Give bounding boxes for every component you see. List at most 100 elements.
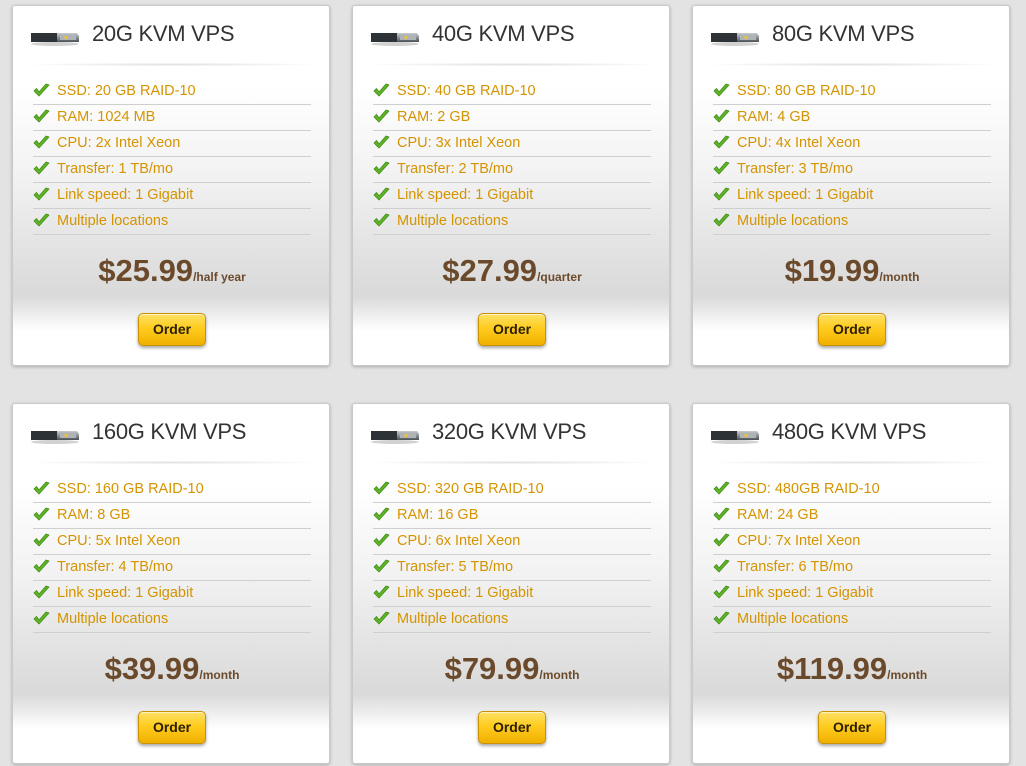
feature-item: RAM: 2 GB [373, 105, 651, 131]
check-icon [373, 533, 390, 547]
check-icon [33, 481, 50, 495]
check-icon [33, 161, 50, 175]
feature-text: SSD: 80 GB RAID-10 [737, 83, 876, 99]
feature-item: CPU: 5x Intel Xeon [33, 529, 311, 555]
header-divider [33, 63, 313, 66]
feature-text: SSD: 40 GB RAID-10 [397, 83, 536, 99]
order-button[interactable]: Order [478, 711, 546, 744]
feature-list: SSD: 80 GB RAID-10 RAM: 4 GB CPU: 4x Int… [713, 79, 991, 235]
order-button[interactable]: Order [818, 711, 886, 744]
feature-text: Multiple locations [737, 611, 849, 627]
feature-item: Transfer: 1 TB/mo [33, 157, 311, 183]
feature-item: Multiple locations [713, 209, 991, 235]
feature-text: Multiple locations [397, 611, 509, 627]
check-icon [373, 611, 390, 625]
feature-item: CPU: 3x Intel Xeon [373, 131, 651, 157]
feature-text: Transfer: 4 TB/mo [57, 559, 174, 575]
plan-card-6: 480G KVM VPS SSD: 480GB RAID-10 RAM: 24 … [692, 403, 1010, 764]
billing-period: /half year [193, 270, 246, 284]
order-button[interactable]: Order [138, 711, 206, 744]
server-icon [371, 431, 419, 444]
check-icon [713, 135, 730, 149]
plan-name: 40G KVM VPS [432, 21, 575, 46]
feature-text: Multiple locations [737, 213, 849, 229]
feature-text: CPU: 5x Intel Xeon [57, 533, 181, 549]
check-icon [33, 135, 50, 149]
feature-item: RAM: 16 GB [373, 503, 651, 529]
feature-item: CPU: 2x Intel Xeon [33, 131, 311, 157]
feature-text: Link speed: 1 Gigabit [737, 187, 874, 203]
price-line: $119.99/month [693, 651, 1011, 687]
feature-item: SSD: 40 GB RAID-10 [373, 79, 651, 105]
feature-text: Transfer: 5 TB/mo [397, 559, 514, 575]
check-icon [373, 187, 390, 201]
feature-list: SSD: 20 GB RAID-10 RAM: 1024 MB CPU: 2x … [33, 79, 311, 235]
feature-text: Multiple locations [57, 213, 169, 229]
feature-text: RAM: 16 GB [397, 507, 479, 523]
feature-text: Multiple locations [57, 611, 169, 627]
check-icon [373, 559, 390, 573]
check-icon [373, 83, 390, 97]
feature-item: Link speed: 1 Gigabit [373, 581, 651, 607]
check-icon [713, 507, 730, 521]
check-icon [713, 585, 730, 599]
check-icon [713, 83, 730, 97]
feature-item: Transfer: 3 TB/mo [713, 157, 991, 183]
check-icon [33, 585, 50, 599]
feature-text: CPU: 6x Intel Xeon [397, 533, 521, 549]
billing-period: /month [199, 668, 240, 682]
plan-header: 160G KVM VPS [13, 404, 331, 466]
feature-item: Transfer: 5 TB/mo [373, 555, 651, 581]
header-divider [713, 63, 993, 66]
feature-item: Transfer: 6 TB/mo [713, 555, 991, 581]
feature-text: CPU: 7x Intel Xeon [737, 533, 861, 549]
check-icon [713, 481, 730, 495]
plan-name: 320G KVM VPS [432, 419, 587, 444]
check-icon [373, 585, 390, 599]
feature-item: SSD: 20 GB RAID-10 [33, 79, 311, 105]
order-button[interactable]: Order [818, 313, 886, 346]
feature-text: Transfer: 1 TB/mo [57, 161, 174, 177]
feature-text: SSD: 160 GB RAID-10 [57, 481, 204, 497]
check-icon [713, 161, 730, 175]
billing-period: /month [887, 668, 928, 682]
check-icon [713, 187, 730, 201]
billing-period: /month [879, 270, 920, 284]
price-line: $19.99/month [693, 253, 1011, 289]
plan-card-1: 20G KVM VPS SSD: 20 GB RAID-10 RAM: 1024… [12, 5, 330, 366]
feature-item: Multiple locations [373, 607, 651, 633]
check-icon [33, 507, 50, 521]
plan-header: 320G KVM VPS [353, 404, 671, 466]
feature-item: Link speed: 1 Gigabit [33, 183, 311, 209]
check-icon [713, 109, 730, 123]
price-line: $27.99/quarter [353, 253, 671, 289]
server-icon [31, 431, 79, 444]
feature-item: Multiple locations [373, 209, 651, 235]
feature-item: SSD: 320 GB RAID-10 [373, 477, 651, 503]
feature-text: RAM: 1024 MB [57, 109, 156, 125]
price-line: $79.99/month [353, 651, 671, 687]
check-icon [713, 559, 730, 573]
check-icon [373, 213, 390, 227]
feature-list: SSD: 320 GB RAID-10 RAM: 16 GB CPU: 6x I… [373, 477, 651, 633]
plan-card-5: 320G KVM VPS SSD: 320 GB RAID-10 RAM: 16… [352, 403, 670, 764]
feature-item: Transfer: 2 TB/mo [373, 157, 651, 183]
plan-name: 480G KVM VPS [772, 419, 927, 444]
server-icon [711, 33, 759, 46]
plan-header: 20G KVM VPS [13, 6, 331, 68]
feature-item: Link speed: 1 Gigabit [713, 183, 991, 209]
price: $79.99 [444, 651, 540, 686]
plan-grid: 20G KVM VPS SSD: 20 GB RAID-10 RAM: 1024… [0, 0, 1026, 766]
feature-text: Transfer: 3 TB/mo [737, 161, 854, 177]
feature-item: CPU: 7x Intel Xeon [713, 529, 991, 555]
billing-period: /month [539, 668, 580, 682]
feature-item: RAM: 1024 MB [33, 105, 311, 131]
order-button[interactable]: Order [138, 313, 206, 346]
order-button[interactable]: Order [478, 313, 546, 346]
feature-text: RAM: 2 GB [397, 109, 471, 125]
check-icon [33, 533, 50, 547]
feature-text: Link speed: 1 Gigabit [397, 585, 534, 601]
plan-card-3: 80G KVM VPS SSD: 80 GB RAID-10 RAM: 4 GB… [692, 5, 1010, 366]
feature-text: RAM: 8 GB [57, 507, 131, 523]
feature-text: CPU: 3x Intel Xeon [397, 135, 521, 151]
